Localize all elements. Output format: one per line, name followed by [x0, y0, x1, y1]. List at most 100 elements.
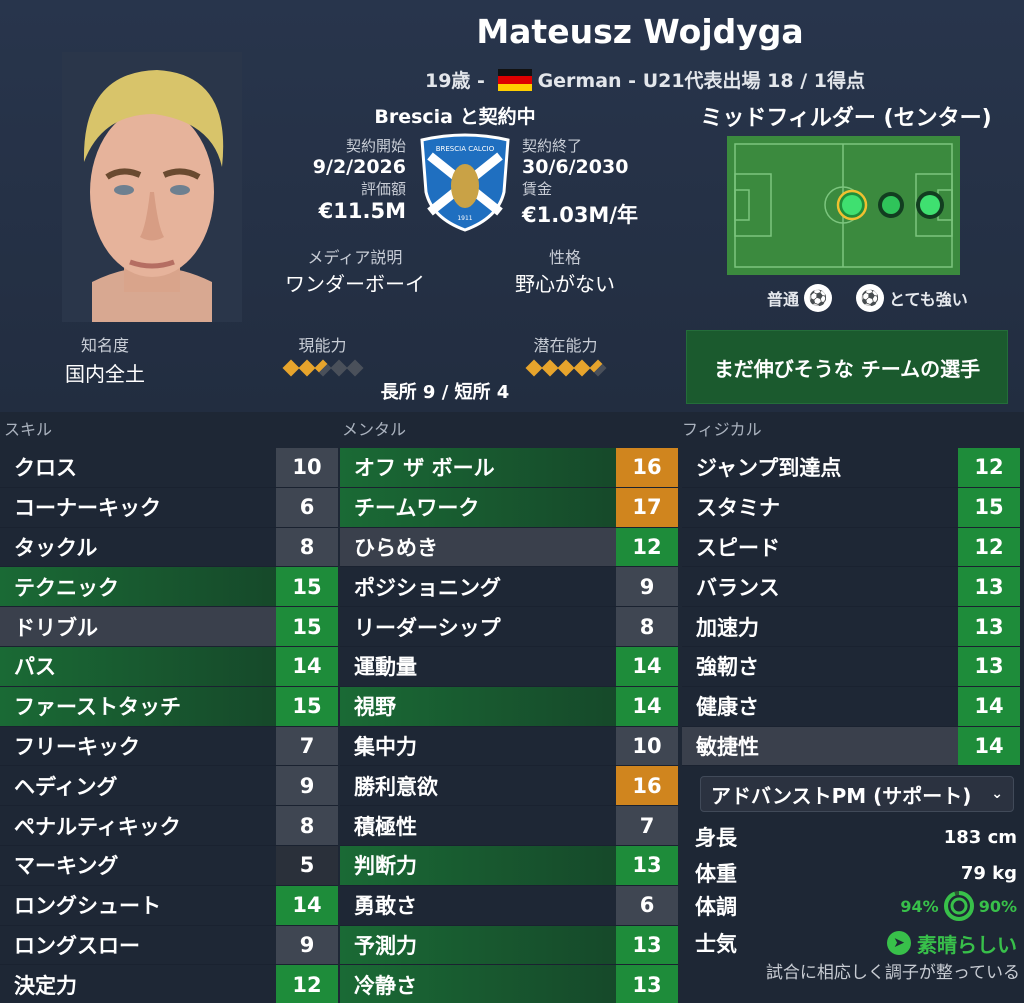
condition-value: 94% — [900, 896, 939, 916]
attribute-row[interactable]: リーダーシップ 8 — [340, 607, 678, 647]
attribute-value: 8 — [616, 607, 678, 646]
media-value: ワンダーボーイ — [285, 272, 425, 296]
attribute-name: ポジショニング — [354, 575, 501, 600]
attribute-row[interactable]: テクニック 15 — [0, 567, 338, 608]
role-select[interactable]: アドバンストPM (サポート) ⌄ — [700, 776, 1014, 812]
condition-label: 体調 — [695, 895, 737, 919]
attribute-row[interactable]: バランス 13 — [682, 567, 1020, 608]
attribute-row[interactable]: オフ ザ ボール 16 — [340, 448, 678, 488]
attribute-name: 強靭さ — [696, 655, 759, 680]
current-ability: 現能力 — [255, 332, 390, 377]
attribute-value: 14 — [276, 646, 338, 686]
weight-row: 体重 79 kg — [695, 858, 1017, 888]
attribute-value: 9 — [616, 567, 678, 607]
attribute-row[interactable]: スタミナ 15 — [682, 487, 1020, 528]
morale-value: 素晴らしい — [917, 932, 1017, 957]
attribute-row[interactable]: 勇敢さ 6 — [340, 885, 678, 926]
attribute-name: 積極性 — [354, 814, 417, 839]
attribute-row[interactable]: ロングシュート 14 — [0, 885, 338, 926]
physical-attributes: ジャンプ到達点 12 スタミナ 15 スピード 12 バランス 13 加速力 13 強靭さ 13 健康さ… — [682, 448, 1020, 767]
attribute-row[interactable]: チームワーク 17 — [340, 487, 678, 528]
attribute-row[interactable]: 勝利意欲 16 — [340, 766, 678, 807]
attribute-value: 9 — [276, 925, 338, 965]
intl-caps: U21代表出場 18 / 1得点 — [642, 70, 866, 92]
attribute-value: 6 — [616, 885, 678, 925]
attribute-row[interactable]: 冷静さ 13 — [340, 965, 678, 1003]
attribute-name: ヘディング — [14, 774, 118, 799]
attribute-row[interactable]: ドリブル 15 — [0, 607, 338, 647]
legend-normal: 普通 ⚽ — [767, 284, 833, 312]
boot-icon: ⚽ — [856, 284, 884, 312]
attribute-name: 決定力 — [14, 973, 77, 998]
attribute-row[interactable]: 視野 14 — [340, 686, 678, 727]
arrow-up-icon: ➤ — [887, 931, 911, 955]
attribute-name: タックル — [14, 535, 98, 560]
attribute-name: 予測力 — [340, 925, 616, 965]
attribute-value: 14 — [958, 726, 1020, 766]
attribute-row[interactable]: ひらめき 12 — [340, 527, 678, 568]
attribute-row[interactable]: 集中力 10 — [340, 726, 678, 767]
attribute-row[interactable]: ヘディング 9 — [0, 766, 338, 807]
crest-year: 1911 — [457, 215, 472, 222]
attribute-value: 7 — [616, 806, 678, 845]
attribute-row[interactable]: 決定力 12 — [0, 965, 338, 1003]
attribute-value: 16 — [616, 766, 678, 806]
attribute-row[interactable]: 予測力 13 — [340, 925, 678, 966]
attribute-row[interactable]: マーキング 5 — [0, 845, 338, 886]
ability-star — [557, 359, 574, 377]
attribute-row[interactable]: ペナルティキック 8 — [0, 806, 338, 846]
attribute-name: テクニック — [0, 567, 276, 607]
attribute-value: 12 — [276, 965, 338, 1003]
attribute-value: 13 — [616, 925, 678, 965]
attribute-name: 勇敢さ — [354, 894, 417, 919]
position-title: ミッドフィルダー (センター) — [700, 106, 992, 131]
attribute-row[interactable]: 積極性 7 — [340, 806, 678, 846]
morale-row: 士気 ➤ 素晴らしい — [695, 928, 1017, 958]
attribute-row[interactable]: ポジショニング 9 — [340, 567, 678, 608]
attribute-value: 10 — [276, 448, 338, 487]
potential-ability-label: 潜在能力 — [533, 336, 598, 355]
height-value: 183 cm — [943, 826, 1017, 848]
attribute-value: 9 — [276, 766, 338, 806]
attribute-name: 勝利意欲 — [354, 774, 438, 799]
legend-normal-label: 普通 — [767, 290, 800, 309]
value-label: 評価額 — [360, 180, 406, 198]
attribute-name: バランス — [696, 575, 780, 600]
reputation-value: 国内全土 — [65, 362, 145, 386]
attribute-value: 10 — [616, 726, 678, 766]
ability-star — [330, 359, 347, 377]
attribute-row[interactable]: 強靭さ 13 — [682, 646, 1020, 687]
chevron-down-icon: ⌄ — [991, 786, 1003, 802]
attribute-row[interactable]: スピード 12 — [682, 527, 1020, 568]
current-ability-stars — [255, 359, 390, 377]
attribute-value: 12 — [958, 527, 1020, 567]
attribute-row[interactable]: ロングスロー 9 — [0, 925, 338, 966]
attribute-row[interactable]: クロス 10 — [0, 448, 338, 488]
attribute-row[interactable]: フリーキック 7 — [0, 726, 338, 767]
attribute-row[interactable]: 健康さ 14 — [682, 686, 1020, 727]
ability-star — [541, 359, 558, 377]
attribute-row[interactable]: 加速力 13 — [682, 607, 1020, 647]
reputation-label: 知名度 — [80, 336, 129, 355]
attribute-row[interactable]: 運動量 14 — [340, 646, 678, 687]
role-select-value: アドバンストPM (サポート) — [711, 783, 972, 808]
attribute-name: コーナーキック — [14, 496, 161, 521]
team-status-button[interactable]: まだ伸びそうな チームの選手 — [686, 330, 1008, 404]
attribute-row[interactable]: 敏捷性 14 — [682, 726, 1020, 767]
attribute-row[interactable]: コーナーキック 6 — [0, 487, 338, 528]
attribute-row[interactable]: ファーストタッチ 15 — [0, 686, 338, 727]
attribute-row[interactable]: パス 14 — [0, 646, 338, 687]
skill-attributes: クロス 10 コーナーキック 6 タックル 8 テクニック 15 ドリブル 15 パス 14 ファースト… — [0, 448, 338, 1003]
mental-attributes: オフ ザ ボール 16 チームワーク 17 ひらめき 12 ポジショニング 9 リーダーシップ 8… — [340, 448, 678, 1003]
attribute-row[interactable]: 判断力 13 — [340, 845, 678, 886]
attribute-row[interactable]: ジャンプ到達点 12 — [682, 448, 1020, 488]
attribute-value: 16 — [616, 448, 678, 487]
attribute-name: クロス — [14, 456, 77, 481]
club-contract: Brescia と契約中 — [374, 106, 536, 128]
contract-start-value: 9/2/2026 — [312, 156, 406, 178]
ability-star — [346, 359, 363, 377]
potential-ability-stars — [498, 359, 633, 377]
attribute-name: 健康さ — [696, 695, 759, 720]
attribute-row[interactable]: タックル 8 — [0, 527, 338, 568]
attribute-value: 14 — [276, 885, 338, 925]
